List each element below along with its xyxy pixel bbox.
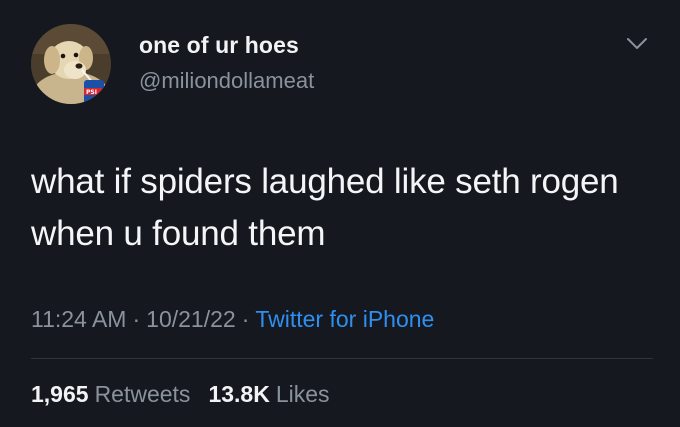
tweet-text: what if spiders laughed like seth rogen … bbox=[31, 162, 619, 253]
dog-avatar-icon: PSI bbox=[31, 24, 111, 104]
retweets-stat[interactable]: 1,965 Retweets bbox=[31, 381, 190, 407]
tweet-date[interactable]: 10/21/22 bbox=[146, 306, 236, 332]
retweets-label: Retweets bbox=[94, 381, 191, 407]
author-handle[interactable]: @miliondollameat bbox=[139, 68, 314, 94]
likes-count: 13.8K bbox=[208, 381, 270, 407]
tweet-card: PSI one of ur hoes @miliondollameat what… bbox=[0, 0, 680, 427]
likes-label: Likes bbox=[275, 381, 330, 407]
divider bbox=[31, 358, 653, 359]
chevron-down-icon[interactable] bbox=[625, 36, 649, 52]
author-display-name[interactable]: one of ur hoes bbox=[139, 32, 299, 59]
tweet-stats: 1,965 Retweets 13.8K Likes bbox=[31, 381, 330, 408]
meta-separator: · bbox=[132, 306, 141, 332]
tweet-source-link[interactable]: Twitter for iPhone bbox=[255, 306, 434, 332]
avatar[interactable]: PSI bbox=[31, 24, 111, 104]
likes-stat[interactable]: 13.8K Likes bbox=[208, 381, 329, 407]
tweet-time[interactable]: 11:24 AM bbox=[31, 306, 126, 332]
retweets-count: 1,965 bbox=[31, 381, 89, 407]
meta-separator: · bbox=[241, 306, 250, 332]
tweet-meta: 11:24 AM · 10/21/22 · Twitter for iPhone bbox=[31, 306, 434, 333]
svg-text:PSI: PSI bbox=[86, 89, 97, 96]
